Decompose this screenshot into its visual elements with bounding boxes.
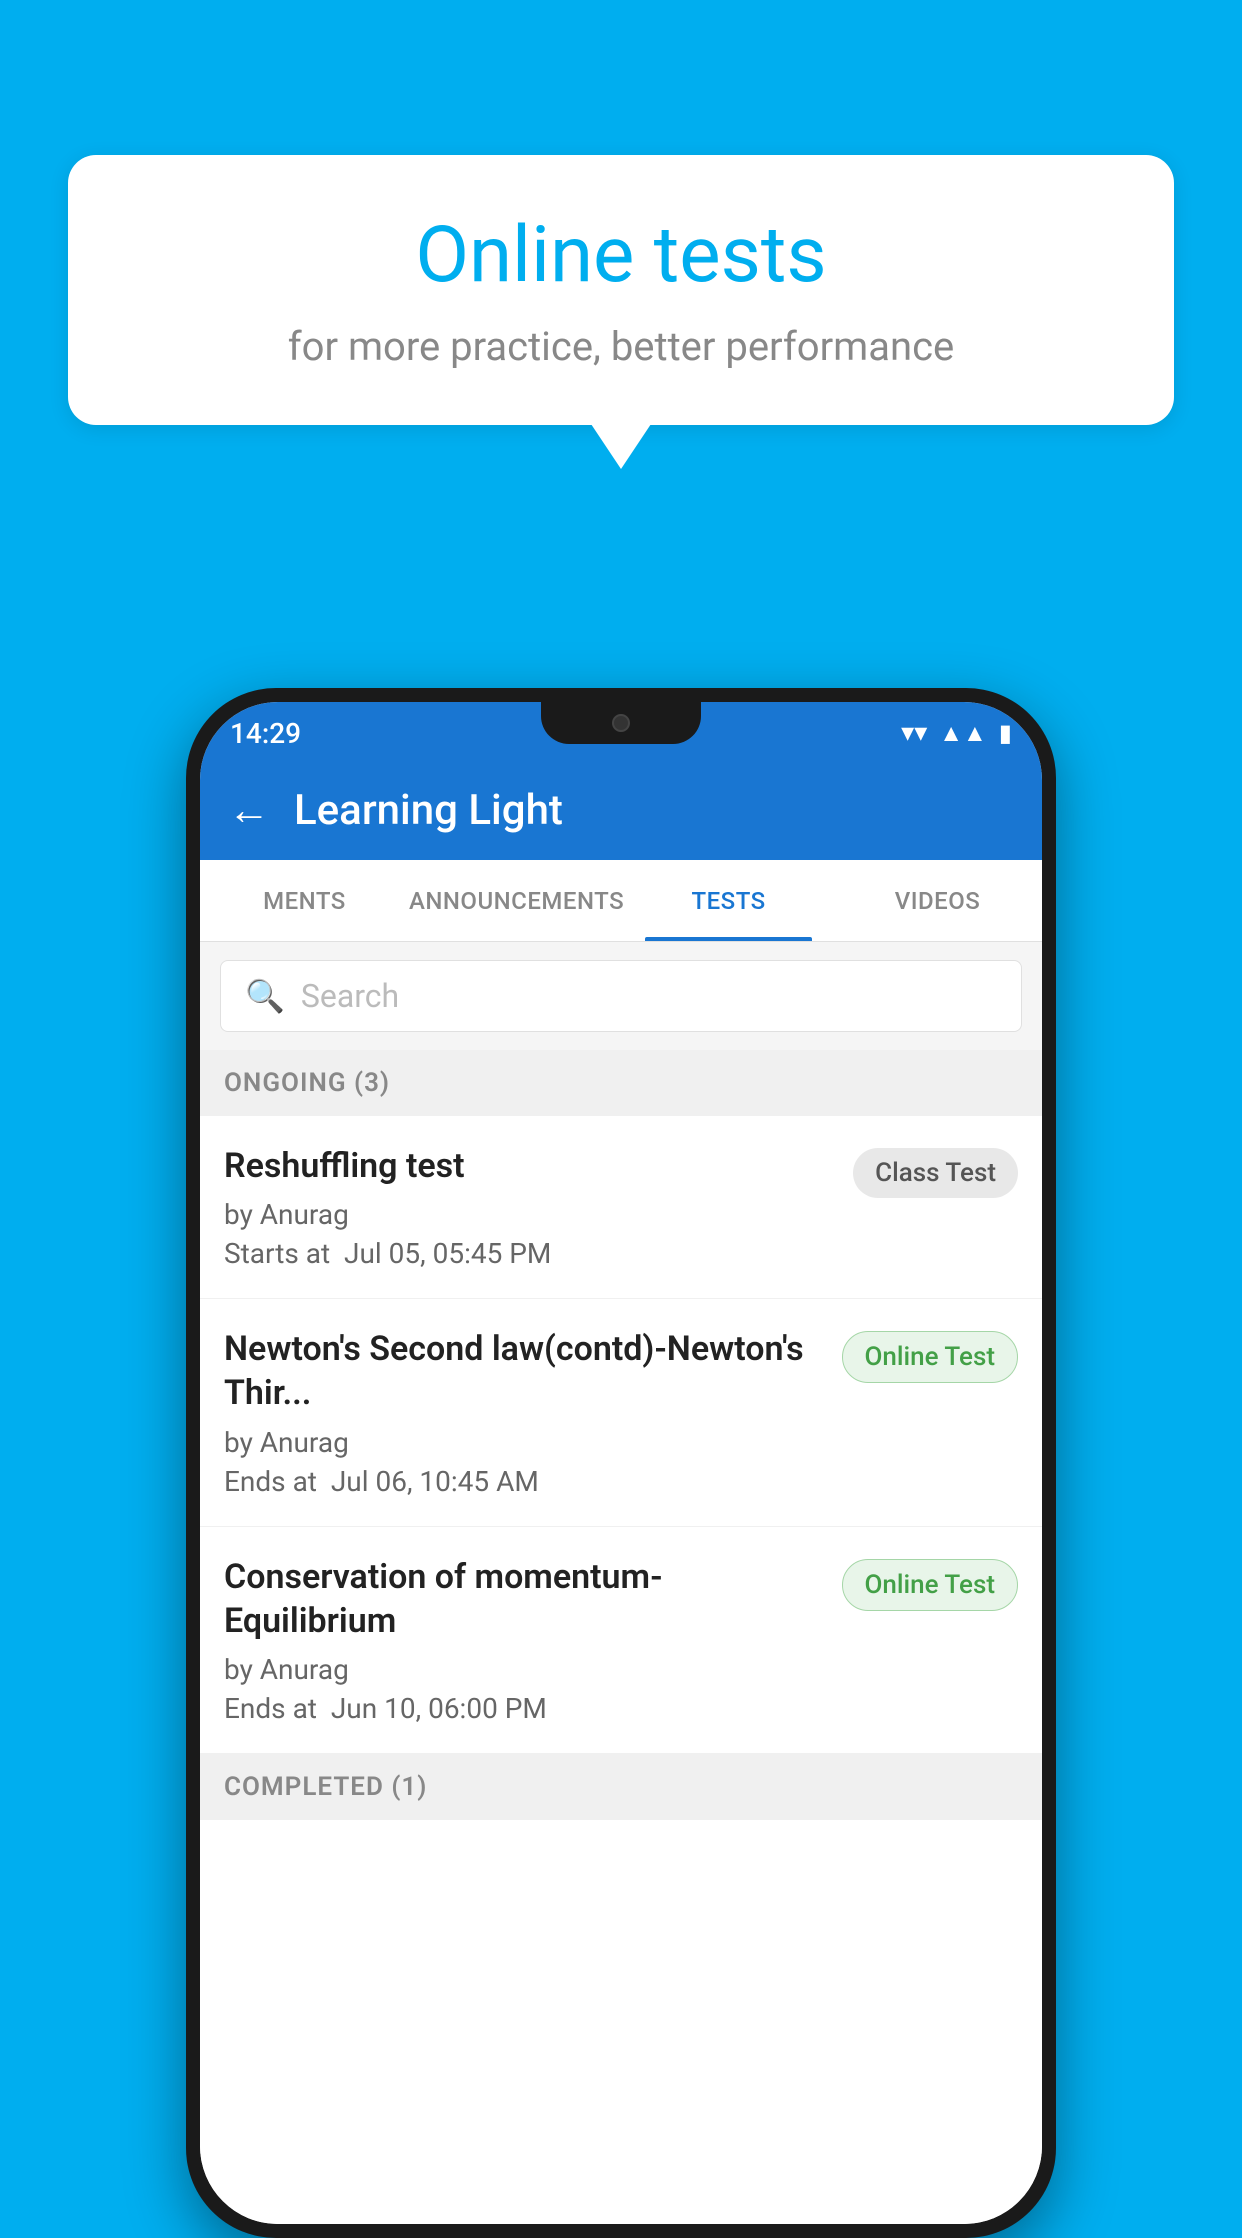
phone-notch (541, 702, 701, 744)
tab-ments[interactable]: MENTS (200, 860, 409, 941)
completed-section-header: COMPLETED (1) (200, 1754, 1042, 1820)
test-item-2[interactable]: Newton's Second law(contd)-Newton's Thir… (200, 1299, 1042, 1526)
test-date-3: Ends at Jun 10, 06:00 PM (224, 1692, 826, 1725)
test-name-1: Reshuffling test (224, 1144, 837, 1188)
test-name-3: Conservation of momentum-Equilibrium (224, 1555, 826, 1643)
test-item-3[interactable]: Conservation of momentum-Equilibrium by … (200, 1527, 1042, 1754)
tab-announcements[interactable]: ANNOUNCEMENTS (409, 860, 624, 941)
test-badge-3: Online Test (842, 1559, 1019, 1611)
wifi-icon: ▾▾ (901, 718, 927, 748)
bubble-subtitle: for more practice, better performance (128, 323, 1114, 370)
test-info-1: Reshuffling test by Anurag Starts at Jul… (224, 1144, 837, 1270)
battery-icon: ▮ (999, 719, 1012, 747)
tabs-container: MENTS ANNOUNCEMENTS TESTS VIDEOS (200, 860, 1042, 942)
test-info-3: Conservation of momentum-Equilibrium by … (224, 1555, 826, 1725)
status-icons: ▾▾ ▲▲ ▮ (901, 718, 1012, 748)
test-date-1: Starts at Jul 05, 05:45 PM (224, 1237, 837, 1270)
test-author-2: by Anurag (224, 1426, 826, 1459)
test-author-1: by Anurag (224, 1198, 837, 1231)
test-date-2: Ends at Jul 06, 10:45 AM (224, 1465, 826, 1498)
camera-icon (612, 714, 630, 732)
search-bar[interactable]: 🔍 Search (220, 960, 1022, 1032)
app-title: Learning Light (294, 786, 563, 835)
test-item-1[interactable]: Reshuffling test by Anurag Starts at Jul… (200, 1116, 1042, 1299)
search-input[interactable]: Search (301, 977, 399, 1015)
test-info-2: Newton's Second law(contd)-Newton's Thir… (224, 1327, 826, 1497)
signal-icon: ▲▲ (939, 719, 987, 748)
ongoing-section-header: ONGOING (3) (200, 1050, 1042, 1116)
phone-outer: 14:29 ▾▾ ▲▲ ▮ ← Learning Light MENTS ANN… (186, 688, 1056, 2238)
bubble-title: Online tests (128, 210, 1114, 301)
speech-bubble: Online tests for more practice, better p… (68, 155, 1174, 425)
tab-tests[interactable]: TESTS (624, 860, 833, 941)
test-badge-1: Class Test (853, 1148, 1018, 1198)
tests-list: Reshuffling test by Anurag Starts at Jul… (200, 1116, 1042, 1754)
app-bar: ← Learning Light (200, 760, 1042, 860)
tab-videos[interactable]: VIDEOS (833, 860, 1042, 941)
back-button[interactable]: ← (228, 786, 270, 835)
test-author-3: by Anurag (224, 1653, 826, 1686)
screen-content: 🔍 Search ONGOING (3) Reshuffling test by… (200, 942, 1042, 2224)
speech-bubble-container: Online tests for more practice, better p… (68, 155, 1174, 425)
search-icon: 🔍 (245, 977, 285, 1015)
test-badge-2: Online Test (842, 1331, 1019, 1383)
test-name-2: Newton's Second law(contd)-Newton's Thir… (224, 1327, 826, 1415)
phone-mockup: 14:29 ▾▾ ▲▲ ▮ ← Learning Light MENTS ANN… (186, 688, 1056, 2238)
search-container: 🔍 Search (200, 942, 1042, 1050)
phone-inner: 14:29 ▾▾ ▲▲ ▮ ← Learning Light MENTS ANN… (200, 702, 1042, 2224)
